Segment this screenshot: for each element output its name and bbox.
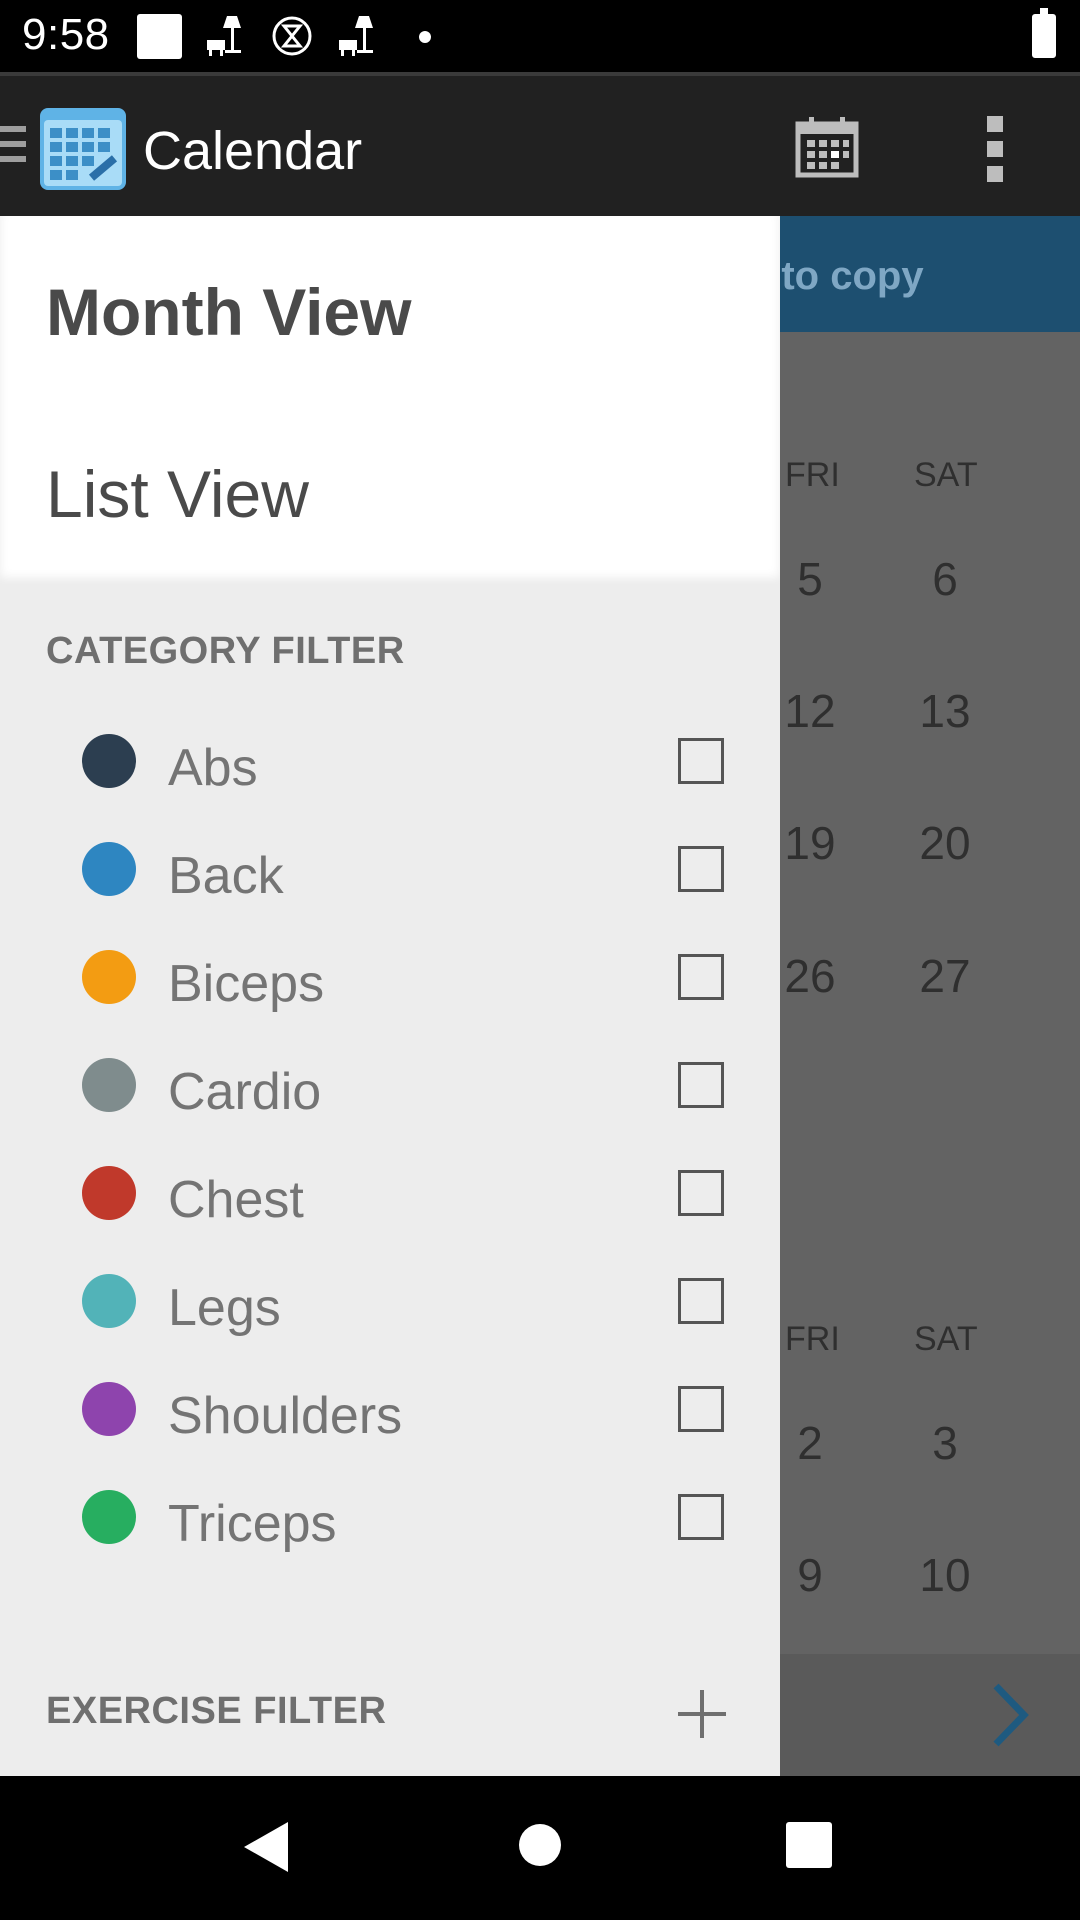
calendar-icon[interactable] [795, 116, 859, 178]
category-checkbox[interactable] [678, 738, 724, 784]
category-checkbox[interactable] [678, 1062, 724, 1108]
day-label-sat: SAT [914, 1320, 978, 1358]
day-cell[interactable]: 20 [900, 816, 990, 870]
day-label-fri: FRI [785, 1320, 840, 1358]
category-color-dot [82, 1382, 136, 1436]
notification-square-icon [137, 14, 182, 59]
category-row-legs[interactable]: Legs [0, 1244, 780, 1344]
category-checkbox[interactable] [678, 1386, 724, 1432]
fitnotes-logo-icon[interactable] [38, 106, 128, 192]
toolbar-title: Calendar [143, 121, 363, 181]
category-label: Cardio [168, 1063, 322, 1121]
day-cell[interactable]: 27 [900, 949, 990, 1003]
month-view-option[interactable]: Month View [46, 274, 411, 350]
category-row-cardio[interactable]: Cardio [0, 1028, 780, 1128]
status-time: 9:58 [22, 10, 110, 59]
category-filter-title: CATEGORY FILTER [46, 630, 405, 672]
add-exercise-filter-icon[interactable] [678, 1690, 726, 1738]
navigation-drawer: Month View List View CATEGORY FILTER Abs… [0, 216, 780, 1776]
category-row-abs[interactable]: Abs [0, 704, 780, 804]
recent-apps-icon[interactable] [786, 1822, 832, 1868]
hourglass-icon [272, 16, 312, 56]
category-row-chest[interactable]: Chest [0, 1136, 780, 1236]
category-color-dot [82, 1166, 136, 1220]
home-icon[interactable] [519, 1824, 561, 1866]
category-color-dot [82, 950, 136, 1004]
category-color-dot [82, 842, 136, 896]
overflow-menu-icon[interactable] [984, 116, 1006, 182]
category-color-dot [82, 1490, 136, 1544]
category-label: Chest [168, 1171, 304, 1229]
day-cell[interactable]: 13 [900, 684, 990, 738]
battery-charging-icon [1032, 8, 1056, 58]
day-cell[interactable]: 10 [900, 1548, 990, 1602]
category-checkbox[interactable] [678, 846, 724, 892]
category-row-shoulders[interactable]: Shoulders [0, 1352, 780, 1452]
list-view-option[interactable]: List View [46, 456, 309, 532]
day-cell[interactable]: 6 [900, 552, 990, 606]
category-label: Back [168, 847, 284, 905]
category-label: Shoulders [168, 1387, 403, 1445]
day-label-fri: FRI [785, 456, 840, 494]
category-label: Legs [168, 1279, 281, 1337]
category-row-biceps[interactable]: Biceps [0, 920, 780, 1020]
category-label: Biceps [168, 955, 325, 1013]
day-cell[interactable]: 3 [900, 1416, 990, 1470]
category-row-triceps[interactable]: Triceps [0, 1460, 780, 1560]
day-label-sat: SAT [914, 456, 978, 494]
exercise-filter-title: EXERCISE FILTER [46, 1690, 387, 1732]
app-toolbar: Calendar [0, 72, 1080, 216]
chevron-right-icon[interactable] [990, 1682, 1030, 1748]
lamp-icon-2 [339, 16, 373, 56]
category-color-dot [82, 734, 136, 788]
category-checkbox[interactable] [678, 1494, 724, 1540]
more-notifications-dot-icon [419, 31, 431, 43]
status-bar: 9:58 [0, 0, 1080, 72]
back-icon[interactable] [244, 1822, 288, 1872]
category-color-dot [82, 1058, 136, 1112]
category-label: Triceps [168, 1495, 337, 1553]
category-checkbox[interactable] [678, 1278, 724, 1324]
view-selector: Month View List View [0, 216, 780, 584]
category-color-dot [82, 1274, 136, 1328]
lamp-icon [207, 16, 241, 56]
category-row-back[interactable]: Back [0, 812, 780, 912]
category-checkbox[interactable] [678, 954, 724, 1000]
menu-icon[interactable] [0, 126, 26, 171]
category-label: Abs [168, 739, 258, 797]
category-checkbox[interactable] [678, 1170, 724, 1216]
system-nav-bar [0, 1776, 1080, 1920]
